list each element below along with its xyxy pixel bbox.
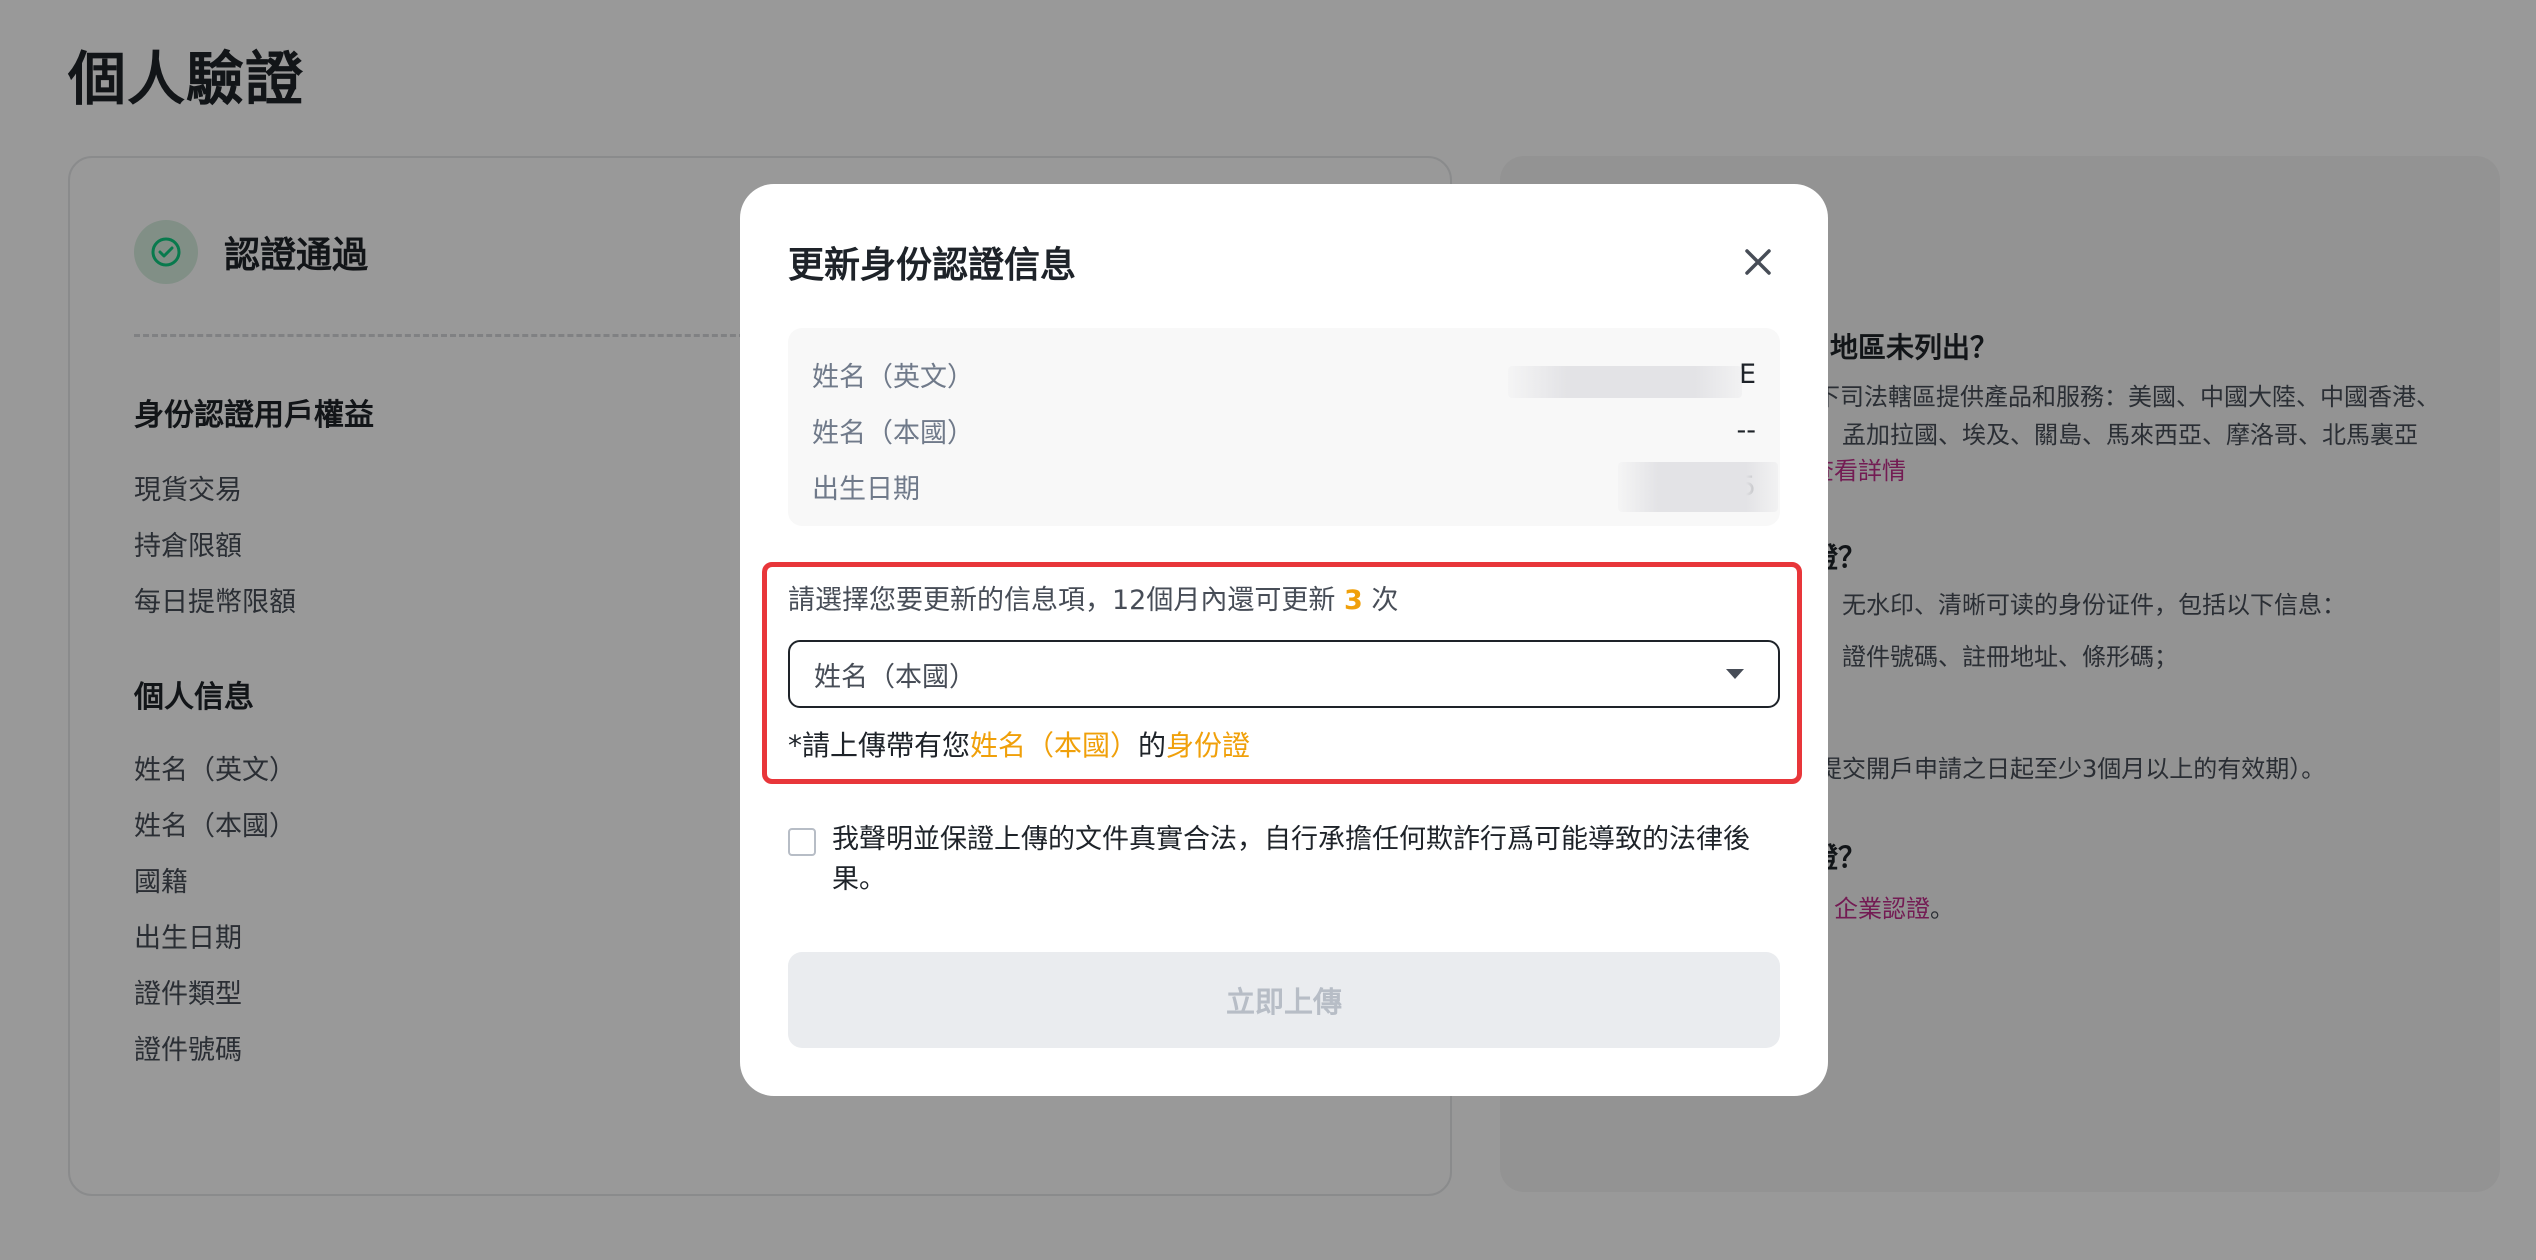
modal-title: 更新身份認證信息	[788, 245, 1077, 286]
upload-note-doc: 身份證	[1166, 729, 1251, 762]
declaration-text: 我聲明並保證上傳的文件真實合法，自行承擔任何欺詐行爲可能導致的法律後果。	[832, 824, 1750, 895]
upload-note-mid: 的	[1138, 729, 1167, 762]
info-label: 出生日期	[812, 473, 920, 505]
current-info-box: 姓名（英文） E 姓名（本國） -- 出生日期 01-15	[788, 328, 1780, 526]
declaration-checkbox[interactable]	[788, 828, 816, 856]
hint-suffix: 次	[1371, 585, 1399, 616]
info-value: --	[1736, 414, 1757, 446]
close-button[interactable]	[1736, 240, 1780, 284]
upload-note-prefix: *請上傳帶有您	[788, 729, 971, 762]
update-hint: 請選擇您要更新的信息項，12個月內還可更新 3 次	[788, 578, 1398, 617]
redacted-mask	[1508, 366, 1742, 398]
select-value: 姓名（本國）	[814, 661, 976, 693]
info-row-native-name: 姓名（本國） --	[812, 410, 1756, 450]
redacted-mask	[1618, 462, 1778, 512]
info-label: 姓名（本國）	[812, 417, 974, 449]
hint-prefix: 請選擇您要更新的信息項，12個月內還可更新	[788, 585, 1336, 616]
info-row-birth-date: 出生日期 01-15	[812, 466, 1756, 506]
upload-note-field: 姓名（本國）	[970, 729, 1139, 762]
upload-note: *請上傳帶有您姓名（本國）的身份證	[788, 724, 1250, 764]
close-icon	[1745, 249, 1771, 275]
caret-down-icon	[1726, 669, 1744, 679]
upload-now-button[interactable]: 立即上傳	[788, 952, 1780, 1048]
remaining-count: 3	[1343, 585, 1363, 616]
update-identity-modal: 更新身份認證信息 姓名（英文） E 姓名（本國） -- 出生日期 01-15 請…	[740, 184, 1828, 1096]
info-label: 姓名（英文）	[812, 361, 974, 393]
info-item-select[interactable]: 姓名（本國）	[788, 640, 1780, 708]
